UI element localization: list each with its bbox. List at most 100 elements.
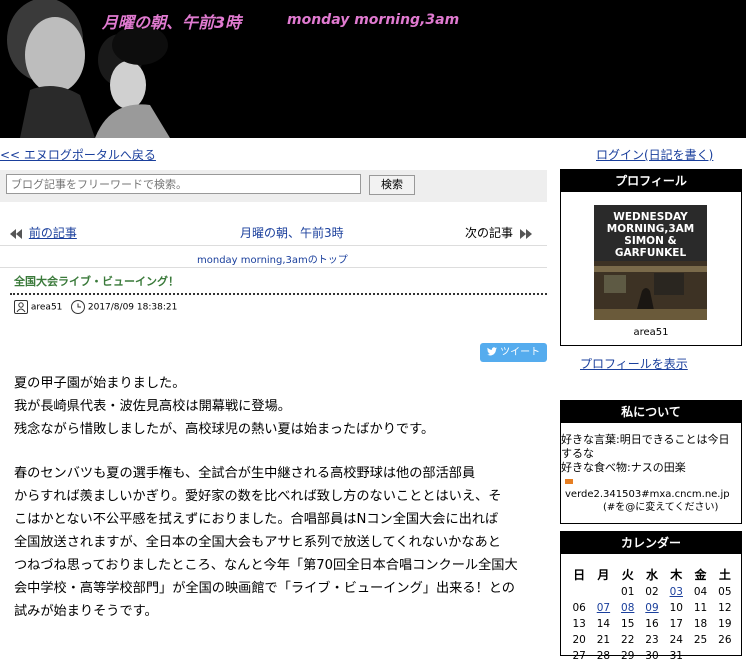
calendar-weekday: 金 [694, 568, 707, 582]
profile-album-image[interactable]: WEDNESDAY MORNING,3AM SIMON & GARFUNKEL [594, 205, 707, 320]
profile-box: プロフィール WEDNESDAY MORNING,3AM SIMON & GAR… [560, 169, 742, 346]
calendar-day-link[interactable]: 09 [640, 600, 664, 616]
entry-body-line: つねづね思っておりましたところ、なんと今年「第70回全日本合唱コンクール全国大 [14, 558, 518, 573]
divider [0, 267, 547, 268]
mail-note: (#を@に変えてください) [603, 502, 719, 513]
calendar-day: 12 [718, 602, 732, 614]
twitter-bird-icon [486, 347, 497, 356]
album-line: GARFUNKEL [614, 247, 687, 259]
calendar-day: 30 [645, 650, 659, 662]
profile-heading: プロフィール [561, 170, 741, 192]
calendar-week-row: 13 14 15 16 17 18 19 [567, 616, 737, 632]
user-icon [14, 300, 28, 314]
calendar-day: 28 [596, 650, 611, 662]
calendar-day: 25 [693, 634, 708, 646]
entry-body-line: 我が長崎県代表・波佐見高校は開幕戦に登場。 [14, 399, 291, 414]
search-input[interactable] [6, 174, 361, 194]
entry-author[interactable]: area51 [31, 303, 63, 313]
entry-body-line: 試みが始まりそうです。 [14, 604, 158, 619]
entry-body: 夏の甲子園が始まりました。我が長崎県代表・波佐見高校は開幕戦に登場。残念ながら惜… [14, 372, 544, 623]
calendar-day [688, 648, 712, 664]
blog-header-banner: 月曜の朝、午前3時 monday morning,3am [0, 0, 746, 138]
calendar-day [713, 648, 737, 664]
tweet-button[interactable]: ツイート [480, 343, 547, 362]
calendar-weekday: 水 [645, 568, 658, 582]
album-line: MORNING,3AM [606, 223, 695, 235]
about-mail: verde2.341503#mxa.cncm.ne.jp (#を@に変えてくださ… [561, 475, 741, 514]
calendar-week-row: 20 21 22 23 24 25 26 [567, 632, 737, 648]
calendar-weekday: 火 [621, 568, 634, 582]
calendar-day: 17 [669, 618, 683, 630]
calendar-day: 16 [645, 618, 659, 630]
mail-address: verde2.341503#mxa.cncm.ne.jp [565, 489, 730, 500]
calendar-weekday: 土 [718, 568, 731, 582]
calendar-day: 27 [572, 650, 586, 662]
login-link[interactable]: ログイン(日記を書く) [596, 146, 713, 163]
tweet-label: ツイート [500, 347, 541, 358]
prev-arrow-icon [16, 228, 22, 239]
next-article-link[interactable]: 次の記事 [465, 226, 513, 240]
calendar-day: 18 [693, 618, 708, 630]
calendar-day: 06 [572, 602, 586, 614]
about-heading: 私について [561, 401, 741, 423]
prev-article[interactable]: 前の記事 [10, 224, 77, 241]
calendar-day: 11 [693, 602, 708, 614]
calendar-day: 22 [621, 634, 635, 646]
entry-body-line: 残念ながら惜敗しましたが、高校球児の熱い夏は始まったばかりです。 [14, 422, 435, 437]
entry-body-line: 会中学校・高等学校部門」が全国の映画館で「ライブ・ビューイング」出来る！との [14, 581, 515, 596]
calendar-day: 20 [572, 634, 586, 646]
entry-body-line: 全国放送されますが、全日本の全国大会もアサヒ系列で放送してくれないかなあと [14, 535, 501, 550]
entry-body-line: こはかとない不公平感を拭えずにおりました。合唱部員はNコン全国大会に出れば [14, 512, 499, 527]
about-line: 好きな食べ物:ナスの田楽 [561, 461, 686, 474]
album-line: WEDNESDAY [613, 211, 688, 223]
clock-icon [71, 300, 85, 314]
calendar-day: 15 [621, 618, 635, 630]
entry-title[interactable]: 全国大会ライブ・ビューイング！ [14, 273, 179, 289]
calendar-day: 14 [596, 618, 611, 630]
calendar-day: 26 [718, 634, 732, 646]
entry-meta: area51 2017/8/09 18:38:21 [14, 300, 177, 320]
calendar-week-row: 01 02 03 04 05 [567, 584, 737, 600]
calendar-day [567, 584, 591, 600]
entry-datetime: 2017/8/09 18:38:21 [87, 302, 178, 313]
entry-body-line: 春のセンバツも夏の選手権も、全試合が生中継される高校野球は他の部活部員 [14, 466, 476, 481]
about-line: するな [561, 447, 594, 460]
calendar-day: 05 [718, 586, 732, 598]
calendar-day-link[interactable]: 08 [616, 600, 640, 616]
profile-name: area51 [633, 327, 669, 338]
calendar-day [591, 584, 615, 600]
calendar-day-link[interactable]: 07 [591, 600, 615, 616]
profile-view-link[interactable]: プロフィールを表示 [580, 355, 688, 372]
calendar-day: 04 [693, 586, 708, 598]
calendar-day: 19 [718, 618, 732, 630]
blog-title[interactable]: 月曜の朝、午前3時 [102, 9, 241, 33]
calendar-weekday: 木 [670, 568, 683, 582]
entry-body-line: 夏の甲子園が始まりました。 [14, 376, 186, 391]
next-arrow-icon [525, 228, 532, 239]
article-nav: 前の記事 月曜の朝、午前3時 次の記事 [0, 224, 547, 244]
calendar-week-row: 06 07 08 09 10 11 12 [567, 600, 737, 616]
calendar-week-row: 27 28 29 30 31 [567, 648, 737, 664]
portal-back-link[interactable]: << エヌログポータルへ戻る [0, 146, 156, 163]
next-article[interactable]: 次の記事 [465, 224, 532, 241]
calendar-day: 21 [596, 634, 611, 646]
prev-article-link[interactable]: 前の記事 [29, 226, 77, 240]
mail-icon [565, 478, 573, 484]
subway-scene-icon [594, 261, 707, 320]
about-box: 私について 好きな言葉:明日できることは今日 するな 好きな食べ物:ナスの田楽 … [560, 400, 742, 524]
calendar-weekday-row: 日月火水木金土 [567, 565, 737, 584]
calendar-day-link[interactable]: 03 [664, 584, 688, 600]
divider [0, 245, 547, 246]
about-line: 好きな言葉:明日できることは今日 [561, 433, 730, 446]
blog-top-link[interactable]: monday morning,3amのトップ [197, 251, 348, 266]
calendar-day: 23 [645, 634, 659, 646]
calendar-box: カレンダー 日月火水木金土 01 02 03 04 05 06 07 08 09 10 11 12 13… [560, 531, 742, 662]
search-button[interactable]: 検索 [369, 175, 415, 195]
calendar-weekday: 月 [597, 568, 610, 582]
calendar-heading: カレンダー [561, 532, 741, 554]
album-line: SIMON & [624, 235, 677, 247]
calendar-day: 13 [572, 618, 586, 630]
blog-home-link[interactable]: 月曜の朝、午前3時 [240, 224, 344, 241]
calendar-day: 02 [645, 586, 659, 598]
